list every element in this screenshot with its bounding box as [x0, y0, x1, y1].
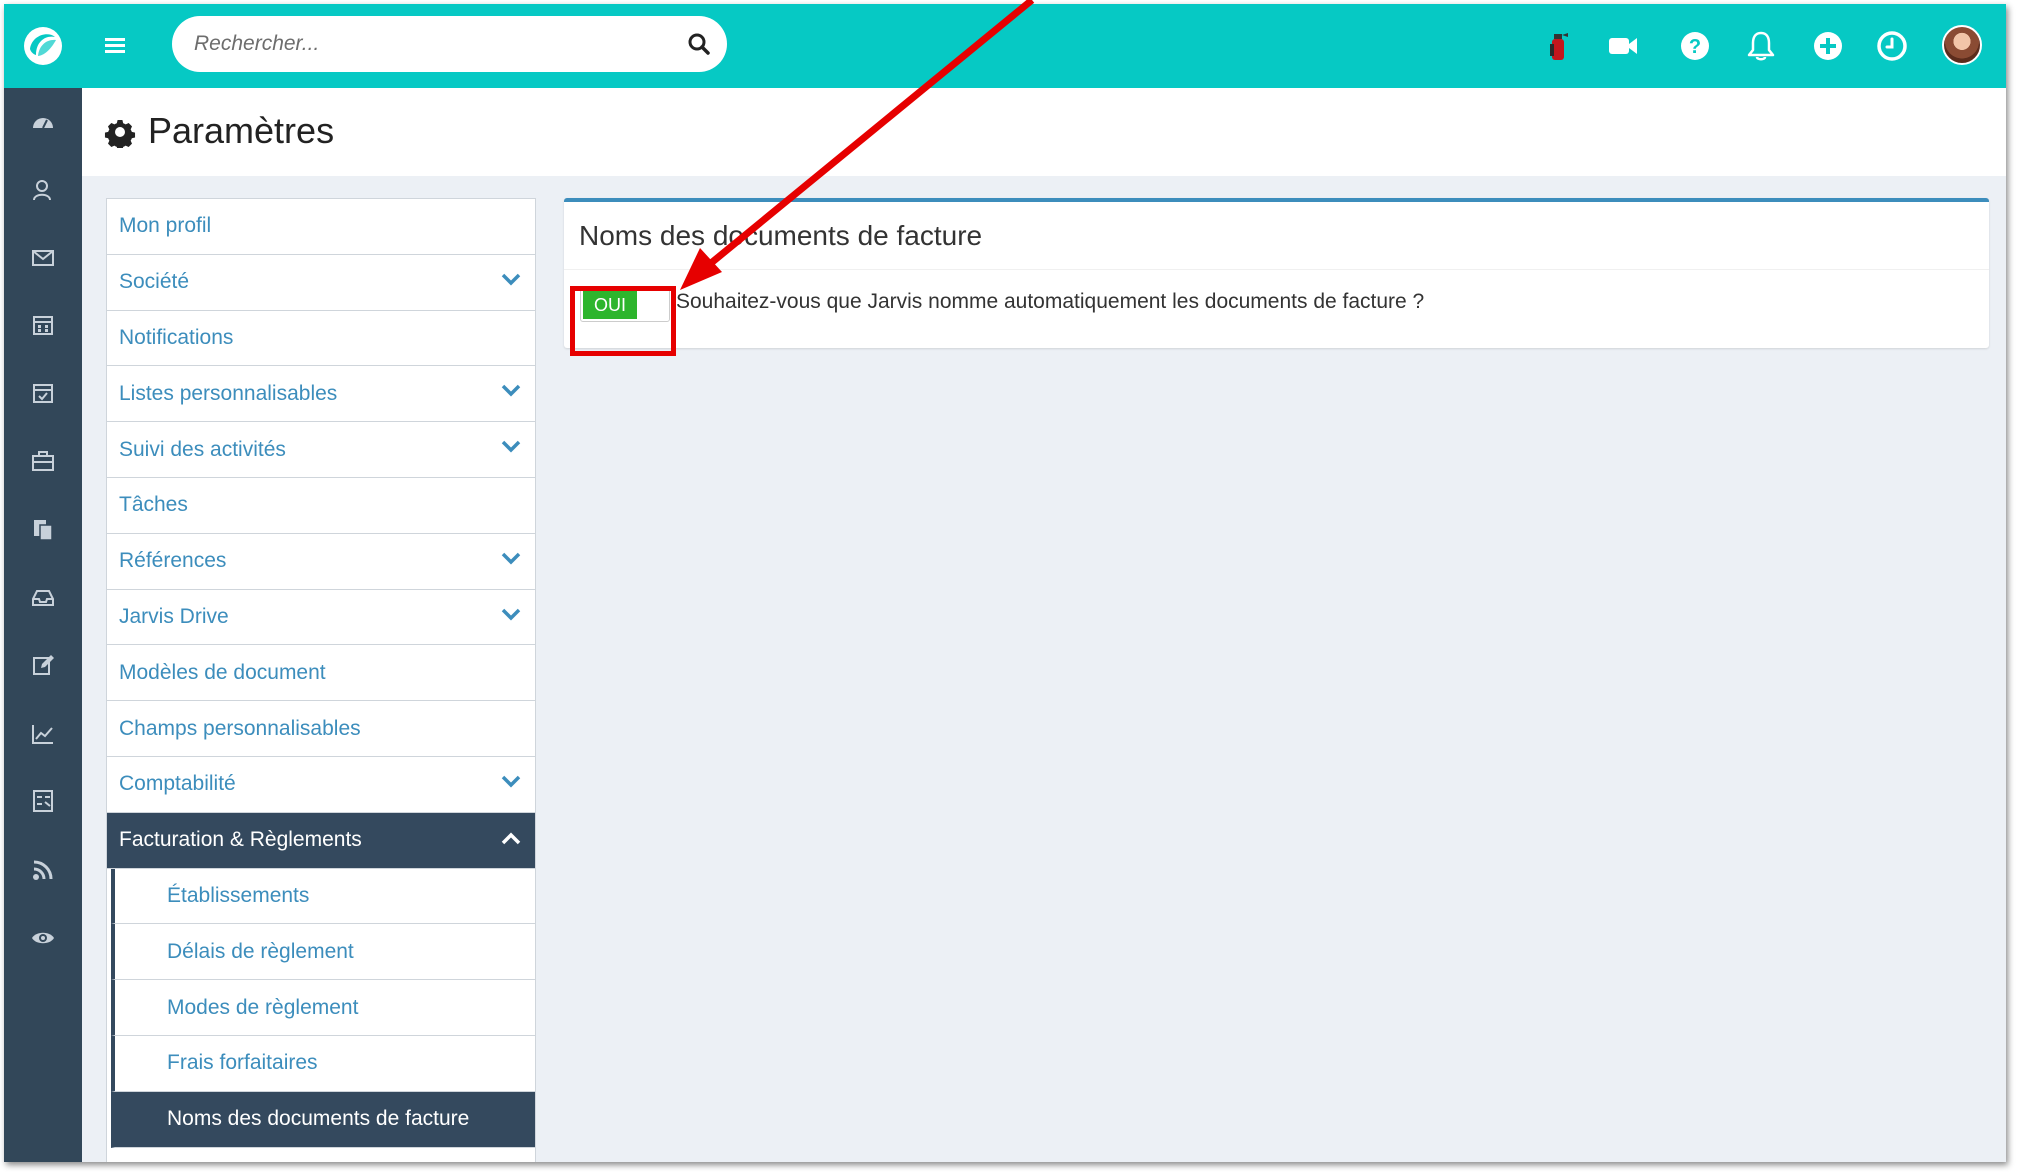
menu-item-label: Listes personnalisables — [119, 381, 338, 405]
menu-item-label: Facturation & Règlements — [119, 828, 362, 852]
chevron-down-icon[interactable] — [501, 384, 521, 398]
add-circle-icon[interactable] — [1812, 30, 1844, 62]
submenu-item-etablissements[interactable]: Établissements — [111, 868, 535, 925]
menu-item-label: Tâches — [119, 493, 188, 517]
logo-icon[interactable] — [22, 25, 64, 67]
menu-item-label: Modèles de document — [119, 660, 326, 684]
menu-item-jarvis-drive[interactable]: Jarvis Drive — [107, 589, 535, 646]
menu-item-champs-personnalisables[interactable]: Champs personnalisables — [107, 701, 535, 757]
chevron-up-icon[interactable] — [501, 831, 521, 845]
chevron-down-icon[interactable] — [501, 608, 521, 622]
menu-item-label: Jarvis Drive — [119, 604, 229, 628]
inbox-icon[interactable] — [31, 585, 55, 609]
page-title: Paramètres — [148, 110, 335, 151]
chart-icon[interactable] — [31, 722, 55, 746]
contacts-icon[interactable] — [31, 178, 55, 202]
svg-text:?: ? — [1689, 36, 1701, 58]
search-box — [172, 16, 727, 72]
card-title: Noms des documents de facture — [579, 220, 983, 251]
menu-item-modeles-de-document[interactable]: Modèles de document — [107, 645, 535, 702]
calendar-icon[interactable] — [31, 313, 55, 337]
menu-item-label: Suivi des activités — [119, 437, 286, 461]
eye-icon[interactable] — [31, 926, 55, 950]
submenu-item-frais-forfaitaires[interactable]: Frais forfaitaires — [111, 1035, 535, 1092]
card-divider — [564, 269, 1989, 270]
clock-icon[interactable] — [1876, 30, 1908, 62]
submenu-item-modes-de-reglement[interactable]: Modes de règlement — [111, 980, 535, 1036]
menu-item-listes-personnalisables[interactable]: Listes personnalisables — [107, 366, 535, 423]
avatar[interactable] — [1942, 25, 1982, 65]
menu-item-societe[interactable]: Société — [107, 254, 535, 311]
mail-icon[interactable] — [31, 246, 55, 270]
menu-item-label: Société — [119, 270, 190, 294]
page-header: Paramètres — [82, 88, 2006, 176]
menu-item-label: Modes de règlement — [167, 995, 359, 1019]
video-camera-icon[interactable] — [1607, 30, 1639, 62]
annotation-highlight-box — [570, 286, 676, 356]
search-icon[interactable] — [687, 32, 711, 56]
search-input[interactable] — [194, 32, 674, 56]
menu-item-label: Noms des documents de facture — [167, 1107, 470, 1131]
settings-menu: Mon profil Société Notifications Listes … — [106, 198, 536, 1162]
gear-icon — [104, 120, 136, 148]
menu-item-label: Notifications — [119, 325, 234, 349]
menu-icon[interactable] — [104, 34, 126, 56]
chevron-down-icon[interactable] — [501, 440, 521, 454]
menu-item-label: Délais de règlement — [167, 939, 354, 963]
menu-item-references[interactable]: Références — [107, 533, 535, 590]
submenu-item-delais-de-reglement[interactable]: Délais de règlement — [111, 924, 535, 981]
calendar-check-icon[interactable] — [31, 381, 55, 405]
top-bar: ? — [4, 4, 2006, 88]
menu-item-mon-profil[interactable]: Mon profil — [107, 199, 535, 255]
menu-item-notifications[interactable]: Notifications — [107, 310, 535, 367]
chevron-down-icon[interactable] — [501, 273, 521, 287]
menu-item-facturation-reglements[interactable]: Facturation & Règlements — [107, 812, 535, 869]
help-icon[interactable]: ? — [1679, 30, 1711, 62]
menu-item-label: Établissements — [167, 883, 310, 907]
sidebar-nav — [4, 88, 82, 1162]
rss-icon[interactable] — [31, 858, 55, 882]
dashboard-icon[interactable] — [31, 110, 55, 134]
submenu-item-noms-des-documents-de-facture[interactable]: Noms des documents de facture — [111, 1091, 535, 1148]
menu-item-label: Références — [119, 549, 227, 573]
documents-icon[interactable] — [31, 518, 55, 542]
briefcase-icon[interactable] — [31, 449, 55, 473]
settings-card: Noms des documents de facture OUI Souhai… — [564, 198, 1989, 348]
chevron-down-icon[interactable] — [501, 775, 521, 789]
menu-item-label: Frais forfaitaires — [167, 1051, 318, 1075]
toggle-question: Souhaitez-vous que Jarvis nomme automati… — [676, 290, 1425, 313]
edit-icon[interactable] — [31, 653, 55, 677]
chevron-down-icon[interactable] — [501, 552, 521, 566]
menu-item-comptabilite[interactable]: Comptabilité — [107, 756, 535, 813]
bell-icon[interactable] — [1745, 30, 1777, 62]
calculator-icon[interactable] — [31, 789, 55, 813]
menu-item-label: Champs personnalisables — [119, 716, 361, 740]
menu-item-taches[interactable]: Tâches — [107, 477, 535, 534]
fire-extinguisher-icon[interactable] — [1542, 30, 1574, 62]
menu-item-label: Mon profil — [119, 214, 212, 238]
menu-item-suivi-des-activites[interactable]: Suivi des activités — [107, 422, 535, 478]
menu-item-label: Comptabilité — [119, 772, 236, 796]
app-window: ? — [4, 4, 2006, 1162]
